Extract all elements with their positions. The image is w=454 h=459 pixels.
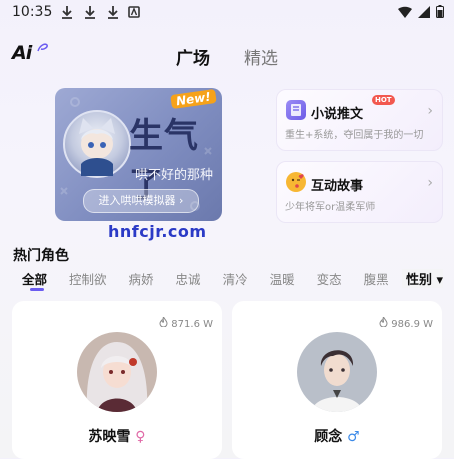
- category-tab-loyal[interactable]: 忠诚: [176, 269, 201, 288]
- heat-count: 986.9 W: [379, 315, 433, 330]
- category-tab-yandere[interactable]: 病娇: [129, 269, 154, 288]
- hot-roles-title: 热门角色: [13, 248, 69, 264]
- role-avatar: [297, 332, 377, 412]
- role-name: 顾念: [314, 429, 343, 445]
- app-notification-icon: [128, 6, 140, 18]
- role-avatar: [77, 332, 157, 412]
- heat-count: 871.6 W: [159, 315, 213, 330]
- role-name-line: 苏映雪 ♀: [12, 426, 222, 446]
- banner-subtitle: 哄不好的那种: [135, 168, 214, 183]
- enter-simulator-button[interactable]: 进入哄哄模拟器 ›: [83, 189, 199, 213]
- wifi-icon: [398, 6, 412, 18]
- status-time: 10:35: [12, 4, 53, 20]
- category-tab-cold[interactable]: 清冷: [223, 269, 248, 288]
- category-tab-warm[interactable]: 温暖: [270, 269, 295, 288]
- active-tab-indicator: [30, 288, 44, 291]
- kiss-face-icon: [286, 172, 306, 192]
- logo-swoosh-icon: [37, 43, 48, 52]
- battery-icon: [436, 5, 444, 18]
- download-icon: [62, 6, 72, 19]
- role-name: 苏映雪: [88, 429, 131, 445]
- category-tab-all[interactable]: 全部: [22, 269, 47, 288]
- flame-icon: [159, 315, 168, 328]
- heat-value: 986.9 W: [391, 319, 433, 330]
- novel-card-desc: 重生+系统，夺回属于我的一切: [285, 130, 424, 141]
- app-logo: Ai: [12, 42, 32, 64]
- female-icon: ♀: [135, 429, 146, 445]
- novel-card-title: 小说推文: [311, 107, 364, 122]
- category-tab-possessive[interactable]: 控制欲: [69, 269, 107, 288]
- male-icon: ♂: [347, 429, 360, 445]
- download-icon: [85, 6, 95, 19]
- category-tabs: 全部 控制欲 病娇 忠诚 清冷 温暖 变态 腹黑: [22, 269, 411, 288]
- story-card-title: 互动故事: [311, 179, 364, 194]
- role-card[interactable]: 986.9 W 顾念 ♂: [232, 301, 442, 459]
- gender-filter-dropdown[interactable]: 性别 ▾: [402, 269, 444, 288]
- tab-plaza[interactable]: 广场: [176, 44, 210, 69]
- hot-badge: HOT: [372, 95, 395, 105]
- status-indicators: [398, 5, 444, 18]
- story-card-desc: 少年将军or温柔军师: [285, 202, 376, 213]
- flame-icon: [379, 315, 388, 328]
- chevron-right-icon: ›: [427, 175, 433, 191]
- role-card[interactable]: 871.6 W 苏映雪 ♀: [12, 301, 222, 459]
- role-name-line: 顾念 ♂: [232, 426, 442, 446]
- download-icon: [108, 6, 118, 19]
- category-tab-perverted[interactable]: 变态: [317, 269, 342, 288]
- cat-boy-avatar: [63, 110, 131, 178]
- signal-icon: [418, 5, 430, 18]
- interactive-story-card[interactable]: 互动故事 › 少年将军or温柔军师: [276, 161, 443, 223]
- watermark-text: hnfcjr.com: [108, 222, 207, 241]
- hongkong-simulator-banner[interactable]: New! 生气了 哄不好的那种 进入哄哄模拟器 ›: [55, 88, 222, 221]
- heat-value: 871.6 W: [171, 319, 213, 330]
- chevron-right-icon: ›: [427, 103, 433, 119]
- category-tab-scheming[interactable]: 腹黑: [364, 269, 389, 288]
- tab-picks[interactable]: 精选: [244, 44, 278, 69]
- book-icon: [286, 100, 306, 120]
- novel-recommend-card[interactable]: 小说推文 HOT › 重生+系统，夺回属于我的一切: [276, 89, 443, 151]
